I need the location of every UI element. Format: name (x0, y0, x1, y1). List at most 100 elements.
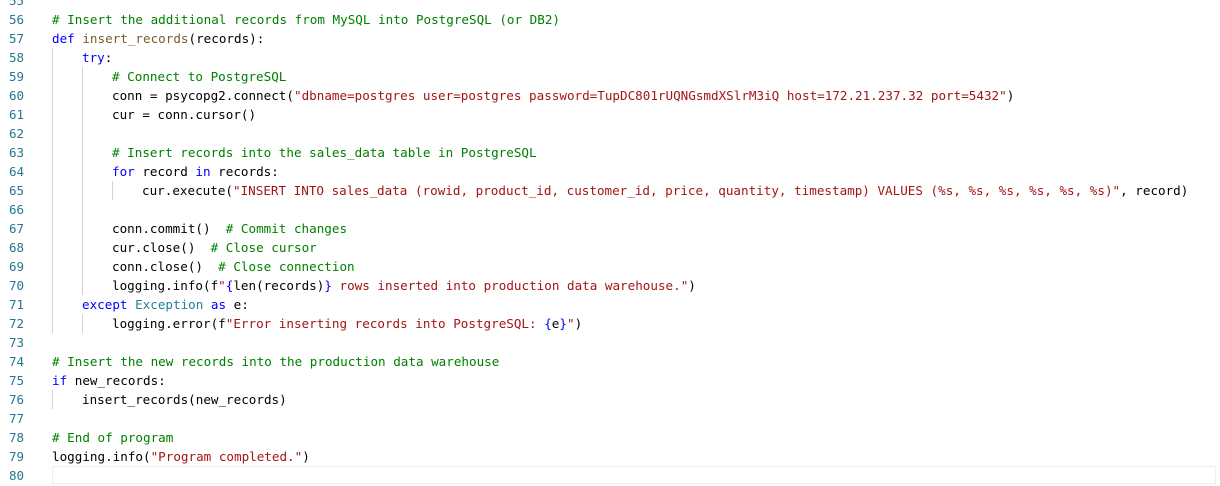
indent-guide (52, 257, 53, 276)
code-line[interactable]: 67 conn.commit() # Commit changes (0, 219, 1220, 238)
code-line[interactable]: 64 for record in records: (0, 162, 1220, 181)
indent-guide (82, 67, 83, 86)
indent-guide (82, 314, 83, 333)
code-line[interactable]: 71 except Exception as e: (0, 295, 1220, 314)
code-token-comment: # Insert the additional records from MyS… (52, 12, 560, 27)
code-token-plain: cur = conn.cursor() (112, 107, 257, 122)
code-line[interactable]: 60 conn = psycopg2.connect("dbname=postgr… (0, 86, 1220, 105)
code-text: logging.info("Program completed.") (52, 447, 310, 466)
code-line[interactable]: 69 conn.close() # Close connection (0, 257, 1220, 276)
code-text: # Insert records into the sales_data tab… (112, 143, 537, 162)
code-line[interactable]: 72 logging.error(f"Error inserting record… (0, 314, 1220, 333)
indent-guide (52, 162, 53, 181)
code-line[interactable]: 74 # Insert the new records into the prod… (0, 352, 1220, 371)
indent-guide (82, 276, 83, 295)
code-token-plain: , record) (1120, 183, 1189, 198)
code-text: cur.close() # Close cursor (112, 238, 317, 257)
code-token-plain: len(records) (233, 278, 325, 293)
code-text: try: (82, 48, 112, 67)
code-text: if new_records: (52, 371, 166, 390)
code-token-plain: conn.close() (112, 259, 219, 274)
code-line[interactable]: 79 logging.info("Program completed.") (0, 447, 1220, 466)
line-number: 71 (8, 297, 24, 312)
code-token-string: "dbname=postgres user=postgres password=… (293, 88, 1007, 103)
indent-guide (52, 124, 53, 143)
indent-guide (52, 276, 53, 295)
code-token-plain: cur.execute( (142, 183, 233, 198)
code-token-plain: logging.error(f (112, 316, 226, 331)
line-number: 79 (8, 449, 24, 464)
indent-guide (52, 295, 53, 314)
indent-guide (82, 162, 83, 181)
code-token-function: insert_records (82, 31, 189, 46)
code-line[interactable]: 61 cur = conn.cursor() (0, 105, 1220, 124)
code-text: cur.execute("INSERT INTO sales_data (row… (142, 181, 1188, 200)
code-text: except Exception as e: (82, 295, 249, 314)
code-text: # Connect to PostgreSQL (112, 67, 286, 86)
code-line[interactable]: 59 # Connect to PostgreSQL (0, 67, 1220, 86)
line-number: 68 (8, 240, 24, 255)
code-line[interactable]: 57 def insert_records(records): (0, 29, 1220, 48)
line-number: 63 (8, 145, 24, 160)
code-line[interactable]: 78 # End of program (0, 428, 1220, 447)
code-token-keyword: in (195, 164, 211, 179)
line-number: 67 (8, 221, 24, 236)
code-text: for record in records: (112, 162, 279, 181)
code-token-plain: ) (1006, 88, 1015, 103)
code-line[interactable]: 68 cur.close() # Close cursor (0, 238, 1220, 257)
line-number: 70 (8, 278, 24, 293)
code-line[interactable]: 62 (0, 124, 1220, 143)
code-text: conn = psycopg2.connect("dbname=postgres… (112, 86, 1014, 105)
code-token-comment: # End of program (52, 430, 174, 445)
code-token-keyword: try (82, 50, 105, 65)
code-token-plain: conn = psycopg2.connect( (112, 88, 294, 103)
indent-guide (82, 86, 83, 105)
code-token-comment: # Insert records into the sales_data tab… (112, 145, 537, 160)
code-line[interactable]: 58 try: (0, 48, 1220, 67)
line-number: 72 (8, 316, 24, 331)
code-token-string: "Program completed." (150, 449, 303, 464)
code-token-string: "INSERT INTO sales_data (rowid, product_… (233, 183, 1121, 198)
indent-guide (82, 124, 83, 143)
line-number: 77 (8, 411, 24, 426)
code-line[interactable]: 70 logging.info(f"{len(records)} rows ins… (0, 276, 1220, 295)
code-token-plain: logging.info( (52, 449, 151, 464)
code-line[interactable]: 65 cur.execute("INSERT INTO sales_data (r… (0, 181, 1220, 200)
code-line[interactable]: 63 # Insert records into the sales_data t… (0, 143, 1220, 162)
indent-guide (52, 181, 53, 200)
code-token-keyword: def (52, 31, 83, 46)
code-text: conn.close() # Close connection (112, 257, 355, 276)
current-line-highlight (52, 466, 1216, 484)
code-line[interactable]: 55 (0, 0, 1220, 10)
code-line[interactable]: 77 (0, 409, 1220, 428)
line-number: 55 (8, 0, 24, 8)
code-token-comment: # Connect to PostgreSQL (112, 69, 287, 84)
code-line[interactable]: 73 (0, 333, 1220, 352)
code-token-plain: new_records: (67, 373, 166, 388)
code-token-plain: record (134, 164, 196, 179)
code-token-plain: ) (574, 316, 583, 331)
code-token-keyword: { (544, 316, 552, 331)
code-text: conn.commit() # Commit changes (112, 219, 347, 238)
code-text: # Insert the new records into the produc… (52, 352, 499, 371)
code-line[interactable]: 76 insert_records(new_records) (0, 390, 1220, 409)
indent-guide (52, 67, 53, 86)
code-line[interactable]: 56 # Insert the additional records from M… (0, 10, 1220, 29)
code-token-comment: # Insert the new records into the produc… (52, 354, 500, 369)
code-line[interactable]: 75 if new_records: (0, 371, 1220, 390)
code-token-plain: e: (233, 297, 249, 312)
line-number: 78 (8, 430, 24, 445)
code-token-plain: records: (210, 164, 279, 179)
code-line[interactable]: 66 (0, 200, 1220, 219)
indent-guide (82, 238, 83, 257)
code-editor[interactable]: 55 56 # Insert the additional records from… (0, 0, 1220, 486)
code-token-comment: # Close cursor (210, 240, 317, 255)
line-number: 59 (8, 69, 24, 84)
indent-guide (82, 200, 83, 219)
indent-guide (112, 181, 113, 200)
line-number: 60 (8, 88, 24, 103)
code-token-string: " (218, 278, 226, 293)
code-line[interactable]: 80 (0, 466, 1220, 485)
indent-guide (82, 181, 83, 200)
code-text: logging.error(f"Error inserting records … (112, 314, 582, 333)
